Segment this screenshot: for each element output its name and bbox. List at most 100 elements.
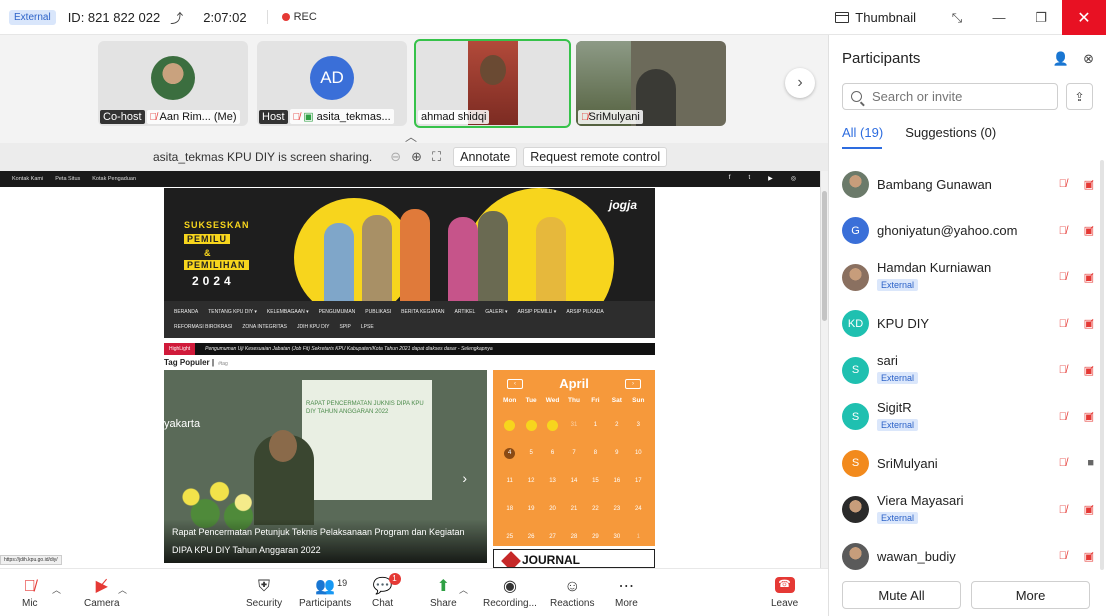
camera-off-icon[interactable]: ▣̸ (1084, 503, 1094, 516)
calendar-day[interactable]: 4 (499, 439, 520, 467)
mic-muted-icon[interactable]: 🎙̸ (1059, 318, 1067, 330)
nav-item[interactable]: ARTIKEL (455, 309, 476, 315)
chat-button[interactable]: 💬 1 Chat (372, 569, 401, 616)
more-button[interactable]: ⋯ More (615, 569, 638, 616)
invite-user-icon[interactable]: 👤 (1053, 51, 1069, 67)
calendar-day[interactable]: 9 (606, 439, 627, 467)
nav-item[interactable]: BERANDA (174, 309, 198, 315)
calendar-day[interactable]: 17 (628, 467, 649, 495)
mic-muted-icon[interactable]: 🎙̸ (1059, 457, 1067, 469)
participant-row[interactable]: KD KPU DIY 🎙̸ ▣̸ (829, 302, 1106, 346)
calendar-day[interactable]: 21 (563, 495, 584, 523)
minimize-button[interactable]: — (978, 0, 1020, 35)
calendar-day[interactable]: 12 (520, 467, 541, 495)
participant-row[interactable]: Gghoniyatun@yahoo.com 🎙̸ ▣̸ (829, 209, 1106, 253)
mute-all-button[interactable]: Mute All (842, 581, 961, 609)
participant-row[interactable]: S SigitR External 🎙̸ ▣̸ (829, 395, 1106, 439)
mic-muted-icon[interactable]: 🎙̸ (1059, 411, 1067, 423)
video-tile-active-speaker[interactable]: ahmad shidqi (414, 39, 571, 128)
camera-button[interactable]: ▶̸ Camera (84, 569, 120, 616)
next-page-button[interactable]: › (785, 68, 815, 98)
nav-item[interactable]: SPIP (340, 324, 351, 330)
nav-item[interactable]: ARSIP PILKADA (566, 309, 603, 315)
calendar-day[interactable]: 5 (520, 439, 541, 467)
calendar-day[interactable]: 29 (585, 523, 606, 551)
participants-button[interactable]: 👥 19 Participants (299, 569, 351, 616)
slide-caption[interactable]: Rapat Pencermatan Petunjuk Teknis Pelaks… (164, 519, 487, 563)
calendar-day[interactable]: 19 (520, 495, 541, 523)
mic-button[interactable]: 🎙̸ Mic (22, 569, 38, 616)
zoom-out-icon[interactable]: ⊖ (390, 149, 401, 165)
close-panel-icon[interactable]: ⊗ (1083, 51, 1094, 67)
calendar-day[interactable]: 23 (606, 495, 627, 523)
participant-row[interactable]: S SriMulyani 🎙̸ ■ (829, 441, 1106, 485)
collapse-icon[interactable]: ⤡ (936, 0, 978, 35)
calendar-prev-icon[interactable]: ‹ (507, 378, 523, 389)
share-options-caret[interactable]: ︿ (459, 583, 468, 596)
shared-screen[interactable]: Kontak Kami Peta Situs Kotak Pengaduan f… (0, 171, 828, 568)
calendar-day[interactable]: 18 (499, 495, 520, 523)
security-button[interactable]: ⛨ Security (246, 569, 282, 616)
journal-banner[interactable]: JOURNAL (493, 549, 655, 568)
reactions-button[interactable]: ☺ Reactions (550, 569, 594, 616)
calendar-day[interactable]: 20 (542, 495, 563, 523)
panel-scrollbar[interactable] (1100, 160, 1104, 570)
share-list-icon[interactable]: ⇪ (1066, 83, 1093, 110)
annotate-button[interactable]: Annotate (453, 147, 518, 167)
calendar-day[interactable]: 11 (499, 467, 520, 495)
mic-muted-icon[interactable]: 🎙̸ (1059, 178, 1067, 190)
calendar-day[interactable]: 13 (542, 467, 563, 495)
calendar-day[interactable]: 24 (628, 495, 649, 523)
video-tile-cohost[interactable]: Co-host 🎙̸ Aan Rim... (Me) (98, 41, 248, 126)
calendar-day[interactable] (542, 411, 563, 439)
share-button[interactable]: ⬆ Share (430, 569, 457, 616)
more-options-button[interactable]: More (971, 581, 1090, 609)
video-tile-srimulyani[interactable]: 🎙̸SriMulyani (576, 41, 726, 126)
zoom-in-icon[interactable]: ⊕ (411, 149, 422, 165)
nav-item[interactable]: GALERI ▾ (485, 309, 507, 315)
calendar-day[interactable]: 25 (499, 523, 520, 551)
thumbnail-button[interactable]: Thumbnail (835, 10, 916, 25)
request-remote-control-button[interactable]: Request remote control (523, 147, 668, 167)
calendar-day[interactable]: 22 (585, 495, 606, 523)
calendar-next-icon[interactable]: › (625, 378, 641, 389)
participant-row[interactable]: wawan_budiy 🎙̸ ▣̸ (829, 534, 1106, 578)
mic-options-caret[interactable]: ︿ (52, 583, 61, 596)
camera-off-icon[interactable]: ▣̸ (1084, 364, 1094, 377)
share-link-icon[interactable]: ⤴ (170, 8, 183, 27)
nav-item[interactable]: JDIH KPU DIY (297, 324, 330, 330)
calendar-day[interactable] (520, 411, 541, 439)
camera-off-icon[interactable]: ▣̸ (1084, 271, 1094, 284)
calendar-day[interactable]: 31 (563, 411, 584, 439)
camera-off-icon[interactable]: ▣̸ (1084, 410, 1094, 423)
calendar-day[interactable]: 8 (585, 439, 606, 467)
recording-indicator[interactable]: REC (294, 11, 317, 23)
slider-next-icon[interactable]: › (462, 470, 467, 486)
highlight-text[interactable]: Pengumuman Uji Kesesuaian Jabatan (Job F… (205, 346, 493, 352)
tab-suggestions[interactable]: Suggestions (0) (905, 125, 996, 140)
nav-item[interactable]: ARSIP PEMILU ▾ (518, 309, 557, 315)
calendar-day[interactable]: 10 (628, 439, 649, 467)
mic-muted-icon[interactable]: 🎙̸ (1059, 504, 1067, 516)
calendar-day[interactable]: 2 (606, 411, 627, 439)
close-button[interactable]: ✕ (1062, 0, 1106, 35)
calendar-day[interactable]: 1 (585, 411, 606, 439)
mic-muted-icon[interactable]: 🎙̸ (1059, 364, 1067, 376)
leave-button[interactable]: ☎ Leave (771, 569, 798, 616)
search-input[interactable] (872, 89, 1042, 104)
participant-row[interactable]: Ssari External 🎙̸ ▣̸ (829, 348, 1106, 392)
calendar-day[interactable]: 14 (563, 467, 584, 495)
mic-muted-icon[interactable]: 🎙̸ (1059, 271, 1067, 283)
nav-item[interactable]: LPSE (361, 324, 374, 330)
calendar-day[interactable] (499, 411, 520, 439)
calendar-day[interactable]: 28 (563, 523, 584, 551)
camera-off-icon[interactable]: ▣̸ (1084, 178, 1094, 191)
calendar-day[interactable]: 3 (628, 411, 649, 439)
tag-item[interactable]: #tag (218, 361, 228, 367)
calendar-day[interactable]: 15 (585, 467, 606, 495)
participant-row[interactable]: Viera Mayasari External 🎙̸ ▣̸ (829, 488, 1106, 532)
nav-item[interactable]: KELEMBAGAAN ▾ (267, 309, 309, 315)
nav-item[interactable]: PENGUMUMAN (319, 309, 356, 315)
participant-row[interactable]: Bambang Gunawan 🎙̸ ▣̸ (829, 162, 1106, 206)
tab-all[interactable]: All (19) (842, 125, 883, 140)
